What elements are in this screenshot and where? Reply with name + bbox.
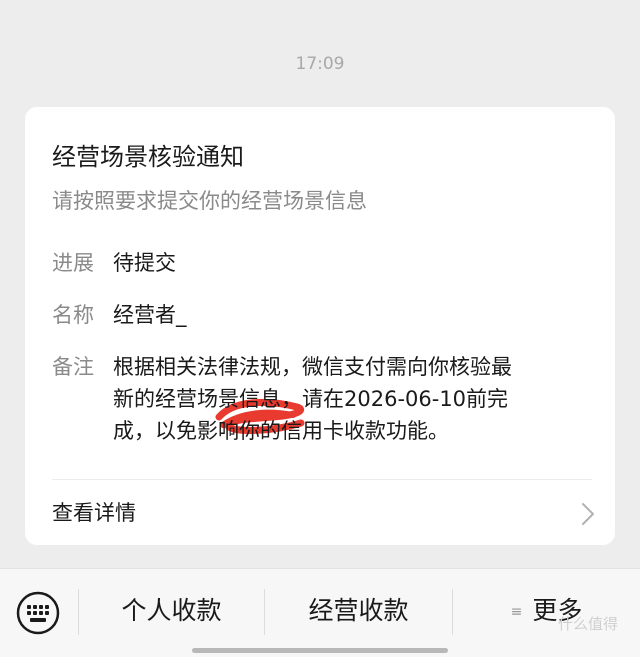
remark-line: 新的经营场景信息，请在2026-06-10前完: [113, 387, 509, 411]
card-divider: [52, 479, 592, 480]
service-menu-bar: 个人收款 经营收款 ≡ 更多 什么值得: [0, 568, 640, 657]
menu-list-icon: ≡: [510, 604, 523, 620]
row-value-status: 待提交: [113, 251, 176, 275]
keyboard-icon[interactable]: [16, 591, 60, 635]
row-value-remark: 根据相关法律法规，微信支付需向你核验最 新的经营场景信息，请在2026-06-1…: [113, 351, 583, 447]
notification-card[interactable]: 经营场景核验通知 请按照要求提交你的经营场景信息 进展 待提交 名称 经营者_ …: [25, 107, 615, 545]
message-timestamp: 17:09: [295, 54, 345, 74]
menu-business-collection[interactable]: 经营收款: [265, 587, 452, 635]
remark-line: 成，以免影响你的信用卡收款功能。: [113, 419, 449, 443]
row-label: 名称: [52, 303, 94, 327]
row-value-name: 经营者_: [113, 303, 187, 327]
home-indicator: [192, 648, 448, 653]
row-label: 进展: [52, 251, 94, 275]
card-subtitle: 请按照要求提交你的经营场景信息: [52, 189, 367, 213]
row-label: 备注: [52, 355, 94, 379]
card-title: 经营场景核验通知: [52, 143, 244, 171]
view-details-link[interactable]: 查看详情: [52, 497, 136, 527]
watermark-text: 什么值得: [558, 615, 619, 633]
menu-personal-collection[interactable]: 个人收款: [79, 587, 264, 635]
remark-line: 根据相关法律法规，微信支付需向你核验最: [113, 355, 512, 379]
chevron-right-icon[interactable]: [581, 502, 595, 526]
